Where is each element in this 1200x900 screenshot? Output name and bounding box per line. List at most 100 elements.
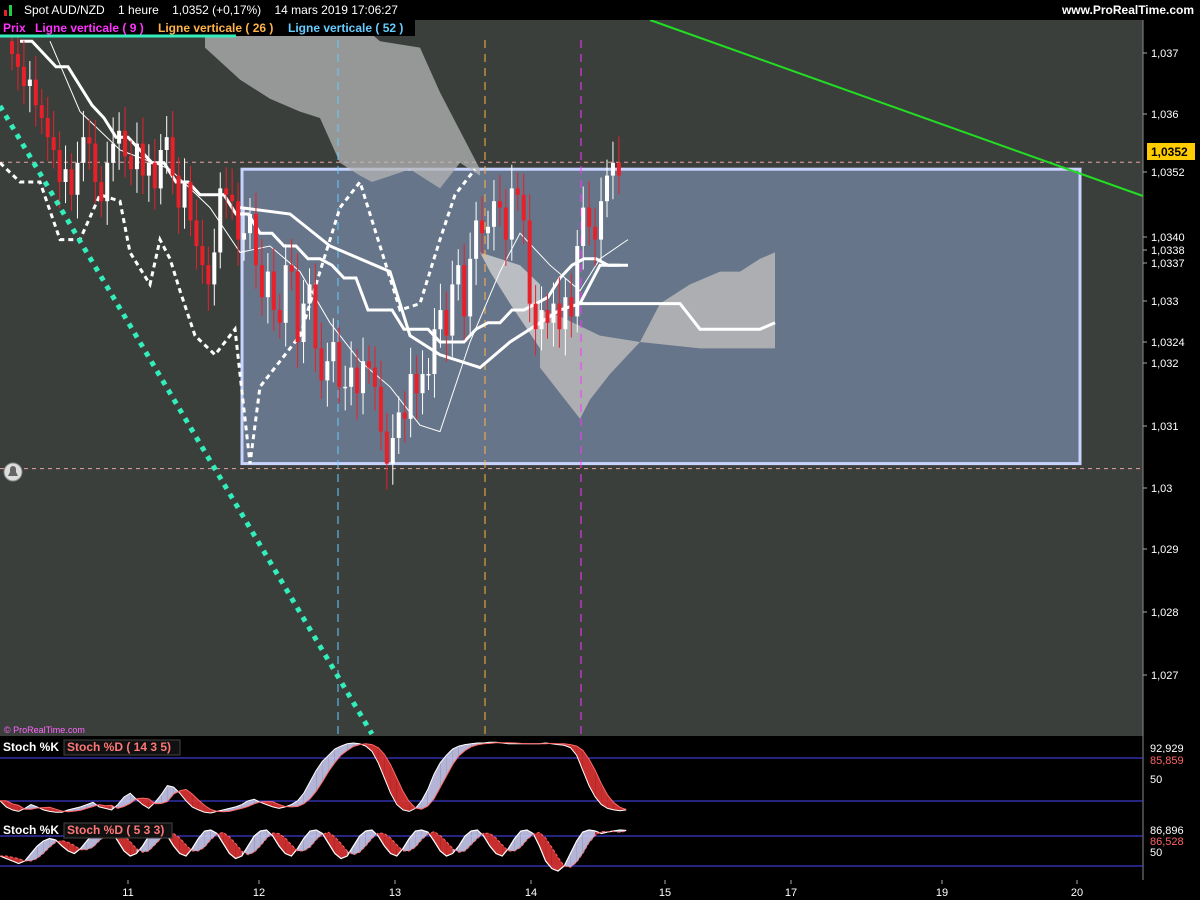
candle-body: [367, 361, 371, 368]
candle-body: [289, 265, 294, 272]
legend-vline-9[interactable]: Ligne verticale ( 9 ): [35, 21, 144, 35]
alarm-bell-icon[interactable]: [3, 462, 23, 482]
candle-body: [509, 188, 514, 240]
candle-body: [27, 79, 32, 86]
candle-body: [462, 265, 467, 317]
candle-body: [503, 207, 508, 240]
candle-body: [277, 310, 282, 323]
stoch2-param[interactable]: Stoch %D ( 5 3 3): [67, 823, 164, 837]
candle-body: [39, 105, 44, 118]
candle-body: [253, 214, 258, 266]
date-label: 12: [253, 887, 265, 899]
symbol-info: Spot AUD/NZD 1 heure 1,0352 (+0,17%) 14 …: [24, 0, 398, 20]
candle-body: [432, 329, 437, 374]
candle-body: [117, 130, 122, 144]
candle-body: [212, 252, 217, 285]
candle-body: [123, 130, 128, 157]
date-label: 19: [936, 887, 948, 899]
candle-body: [93, 143, 98, 182]
candle-body: [313, 284, 318, 349]
candle-body: [408, 374, 413, 419]
candle-body: [337, 342, 342, 387]
site-link[interactable]: www.ProRealTime.com: [1062, 0, 1194, 20]
candle-body: [63, 169, 68, 182]
legend-vline-52[interactable]: Ligne verticale ( 52 ): [288, 21, 403, 35]
price-tick-label: 1,033: [1151, 296, 1179, 308]
price-tick-label: 1,0338: [1151, 245, 1185, 257]
candle-body: [75, 162, 80, 195]
date-label: 13: [389, 887, 401, 899]
candle-body: [474, 220, 479, 259]
stoch1-value-d: 85,859: [1150, 755, 1184, 767]
date-label: 15: [659, 887, 671, 899]
stoch2-title[interactable]: Stoch %K: [3, 823, 59, 837]
candle-body: [521, 194, 526, 221]
candle-body: [545, 310, 550, 323]
candle-body: [15, 54, 20, 67]
candle-body: [420, 374, 425, 394]
candle-body: [271, 271, 276, 310]
candle-body: [224, 188, 229, 195]
candle-body: [378, 386, 383, 432]
timeframe[interactable]: 1 heure: [118, 3, 159, 17]
candle-body: [87, 137, 92, 144]
candle-body: [176, 175, 181, 208]
candle-body: [134, 143, 139, 170]
stoch1-title[interactable]: Stoch %K: [3, 740, 59, 754]
candle-body: [497, 201, 502, 208]
candle-body: [206, 265, 211, 285]
stoch1-level: 50: [1150, 774, 1162, 786]
price-tick-label: 1,028: [1151, 607, 1179, 619]
candle-body: [99, 182, 104, 202]
candle-body: [230, 194, 235, 202]
symbol-name[interactable]: Spot AUD/NZD: [24, 3, 105, 17]
candle-body: [444, 310, 449, 336]
candle-body: [105, 162, 110, 202]
candle-body: [551, 303, 556, 323]
candle-body: [301, 303, 306, 342]
candle-body: [200, 246, 205, 266]
candle-body: [575, 246, 580, 317]
price-tick-label: 1,0340: [1151, 232, 1185, 244]
legend-vline-26[interactable]: Ligne verticale ( 26 ): [158, 21, 273, 35]
candle-body: [396, 412, 401, 438]
candle-body: [610, 162, 615, 176]
candle-body: [438, 310, 443, 330]
watermark: © ProRealTime.com: [4, 725, 85, 735]
candle-body: [515, 188, 520, 195]
candle-body: [616, 162, 621, 176]
legend-prix[interactable]: Prix: [3, 21, 26, 35]
candle-body: [69, 169, 74, 195]
candle-body: [426, 374, 431, 376]
candle-body: [51, 137, 56, 150]
candle-body: [355, 367, 360, 394]
candle-body: [533, 303, 538, 330]
stoch2-level: 50: [1150, 847, 1162, 859]
candle-body: [146, 162, 151, 176]
candle-body: [390, 438, 395, 464]
candle-body: [384, 431, 389, 464]
candle-body: [242, 233, 247, 240]
candle-body: [283, 265, 288, 323]
candle-body: [188, 182, 193, 221]
price-tick-label: 1,036: [1151, 109, 1179, 121]
price-tick-label: 1,0337: [1151, 258, 1185, 270]
price-tick-label: 1,037: [1151, 48, 1179, 60]
candle-body: [599, 201, 604, 240]
date-axis-area: [0, 880, 1143, 900]
candle-body: [563, 297, 568, 330]
candle-body: [140, 143, 145, 176]
price-tick-label: 1,029: [1151, 544, 1179, 556]
stoch1-param[interactable]: Stoch %D ( 14 3 5): [67, 740, 171, 754]
price-change: 1,0352 (+0,17%): [172, 3, 262, 17]
candle-body: [259, 265, 264, 298]
candle-body: [21, 66, 26, 86]
candle-body: [486, 226, 490, 234]
candle-body: [111, 143, 116, 163]
price-tick-label: 1,031: [1151, 421, 1179, 433]
candle-body: [325, 361, 330, 381]
candle-body: [218, 188, 223, 253]
candle-body: [450, 284, 455, 336]
date-label: 17: [785, 887, 797, 899]
date-label: 11: [122, 887, 133, 899]
